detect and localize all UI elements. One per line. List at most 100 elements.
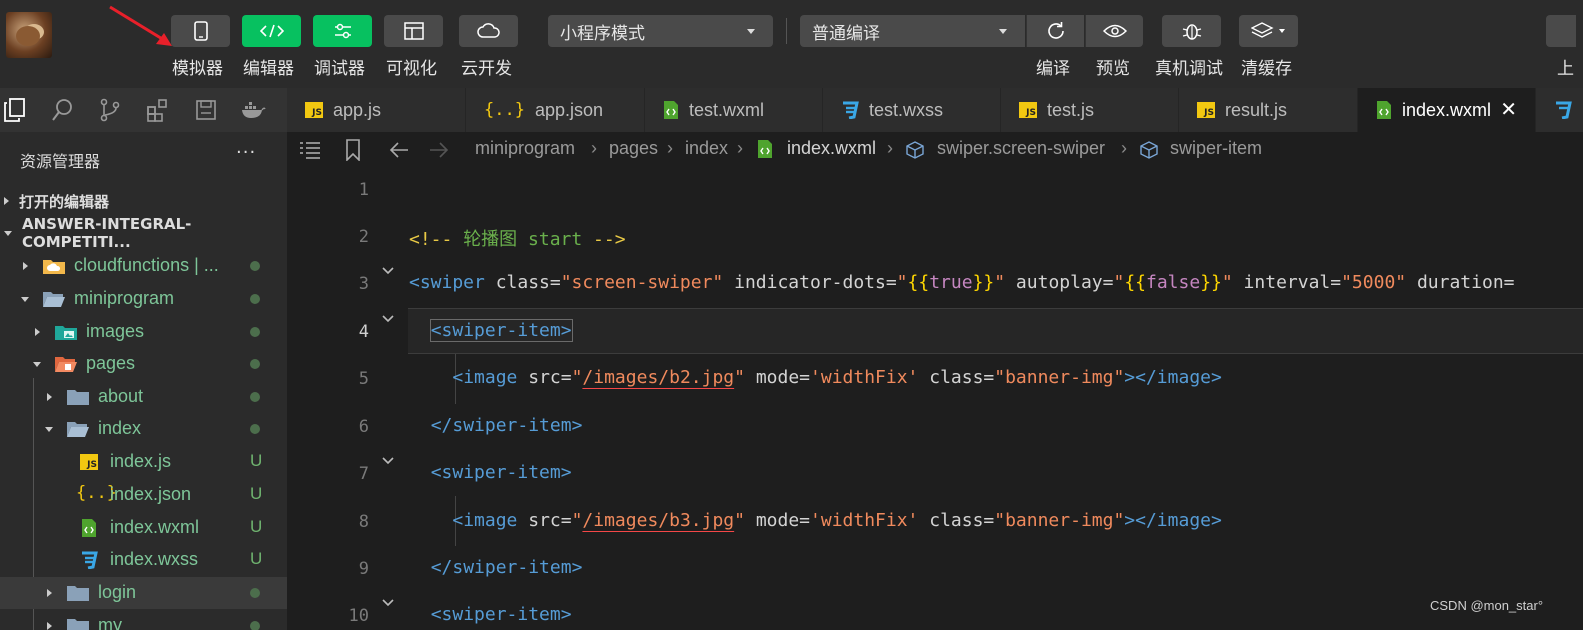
docker-icon[interactable] (240, 97, 266, 123)
chevron-down-icon (747, 29, 755, 34)
code-editor[interactable]: 1 2 3 4 5 6 7 8 9 10 <!-- 轮播图 start --> … (287, 168, 1583, 630)
chevron-down-icon (999, 29, 1007, 34)
line-number: 3 (358, 274, 369, 294)
project-section[interactable]: ANSWER-INTEGRAL-COMPETITI... (0, 215, 287, 251)
fold-chevron-icon[interactable] (381, 454, 395, 468)
preview-button[interactable] (1085, 15, 1143, 47)
tab-overflow[interactable] (1536, 88, 1583, 132)
line-number: 7 (358, 464, 369, 484)
upload-button[interactable] (1546, 15, 1576, 47)
clear-cache-label: 清缓存 (1241, 59, 1292, 79)
chevron-down-icon (45, 427, 53, 432)
tree-item-index-folder[interactable]: index (0, 413, 287, 445)
close-icon[interactable]: ✕ (1500, 100, 1517, 120)
cloud-dev-button[interactable] (459, 15, 518, 47)
json-file-icon: {..} (484, 100, 525, 120)
breadcrumb-item[interactable]: index (685, 138, 728, 159)
breadcrumb-item[interactable]: index.wxml (787, 138, 876, 159)
compile-mode-value: 普通编译 (812, 23, 880, 44)
tree-item-index-js[interactable]: JS index.js U (0, 446, 287, 478)
save-icon[interactable] (193, 97, 219, 123)
line-number: 6 (358, 417, 369, 437)
tree-item-miniprogram[interactable]: miniprogram (0, 283, 287, 315)
tab-app-js[interactable]: JS app.js (287, 88, 466, 132)
tree-label: my (98, 615, 122, 630)
remote-debug-button[interactable] (1162, 15, 1221, 47)
breadcrumb-separator-icon: › (1121, 138, 1127, 158)
status-dot (250, 588, 260, 598)
status-dot (250, 327, 260, 337)
wxml-file-icon (664, 101, 678, 119)
breadcrumb-item[interactable]: miniprogram (475, 138, 575, 159)
line-number: 4 (358, 322, 369, 342)
breadcrumb-item[interactable]: swiper.screen-swiper (937, 138, 1105, 159)
tab-test-js[interactable]: JS test.js (1001, 88, 1179, 132)
breadcrumb: miniprogram › pages › index › index.wxml… (287, 132, 1583, 168)
tab-test-wxml[interactable]: test.wxml (645, 88, 823, 132)
extensions-icon[interactable] (145, 97, 171, 123)
bookmark-icon[interactable] (345, 139, 361, 161)
breadcrumb-separator-icon: › (667, 138, 673, 158)
tab-result-js[interactable]: JS result.js (1179, 88, 1358, 132)
tree-item-images[interactable]: images (0, 316, 287, 348)
pages-folder-icon (55, 357, 77, 372)
cloud-icon (476, 23, 500, 38)
wxml-file-icon (1377, 101, 1391, 119)
simulator-button[interactable] (171, 15, 230, 47)
chevron-right-icon (23, 262, 28, 270)
back-arrow-icon[interactable] (389, 141, 409, 159)
tree-item-about[interactable]: about (0, 381, 287, 413)
folder-icon (67, 586, 89, 601)
breadcrumb-separator-icon: › (591, 138, 597, 158)
clear-cache-button[interactable] (1239, 15, 1298, 47)
fold-chevron-icon[interactable] (381, 312, 395, 326)
tree-item-index-json[interactable]: {..} index.json U (0, 479, 287, 511)
open-editors-section[interactable]: 打开的编辑器 (0, 186, 287, 216)
explorer-sidebar: 资源管理器 ··· 打开的编辑器 ANSWER-INTEGRAL-COMPETI… (0, 132, 287, 630)
chevron-right-icon (47, 589, 52, 597)
breadcrumb-item[interactable]: pages (609, 138, 658, 159)
code-line-5: <image src="/images/b2.jpg" mode='widthF… (452, 367, 1222, 388)
source-control-icon[interactable] (97, 97, 123, 123)
debugger-button[interactable] (313, 15, 372, 47)
visualization-button[interactable] (384, 15, 443, 47)
tab-label: app.json (534, 99, 604, 120)
tree-item-cloudfunctions[interactable]: cloudfunctions | ... (0, 250, 287, 282)
forward-arrow-icon[interactable] (429, 141, 449, 159)
more-icon[interactable]: ··· (236, 142, 256, 163)
avatar[interactable] (6, 12, 52, 58)
mode-select[interactable]: 小程序模式 (548, 15, 773, 47)
fold-chevron-icon[interactable] (381, 596, 395, 610)
tree-item-my[interactable]: my (0, 610, 287, 630)
tab-app-json[interactable]: {..} app.json (466, 88, 645, 132)
tree-item-pages[interactable]: pages (0, 348, 287, 380)
editor-button[interactable] (242, 15, 301, 47)
folder-icon (67, 619, 89, 630)
activity-bar (0, 88, 287, 132)
compile-mode-select[interactable]: 普通编译 (800, 15, 1025, 47)
tab-test-wxss[interactable]: test.wxss (823, 88, 1001, 132)
compile-button[interactable] (1026, 15, 1084, 47)
folder-icon (67, 390, 89, 405)
tree-item-index-wxml[interactable]: index.wxml U (0, 512, 287, 544)
tab-index-wxml[interactable]: index.wxml ✕ (1358, 88, 1536, 132)
chevron-right-icon (47, 393, 52, 401)
wxml-file-icon (82, 519, 96, 537)
cube-icon (1140, 141, 1158, 159)
tree-item-login[interactable]: login (0, 577, 287, 609)
layout-icon (403, 22, 424, 40)
tree-item-index-wxss[interactable]: index.wxss U (0, 544, 287, 576)
files-icon[interactable] (2, 97, 28, 123)
code-line-8: <image src="/images/b3.jpg" mode='widthF… (452, 510, 1222, 531)
code-icon (259, 24, 284, 38)
fold-chevron-icon[interactable] (381, 264, 395, 278)
top-toolbar: 模拟器 编辑器 调试器 可视化 云开发 小程序模式 普通编译 编译 预览 真机调… (0, 0, 1583, 88)
line-number: 5 (358, 369, 369, 389)
list-icon[interactable] (299, 141, 321, 159)
breadcrumb-item[interactable]: swiper-item (1170, 138, 1262, 159)
compile-label: 编译 (1036, 59, 1070, 79)
search-icon[interactable] (50, 97, 76, 123)
red-arrow-annotation-icon (109, 5, 172, 46)
wxss-file-icon (1556, 101, 1572, 119)
tree-label: index.wxml (110, 517, 200, 537)
